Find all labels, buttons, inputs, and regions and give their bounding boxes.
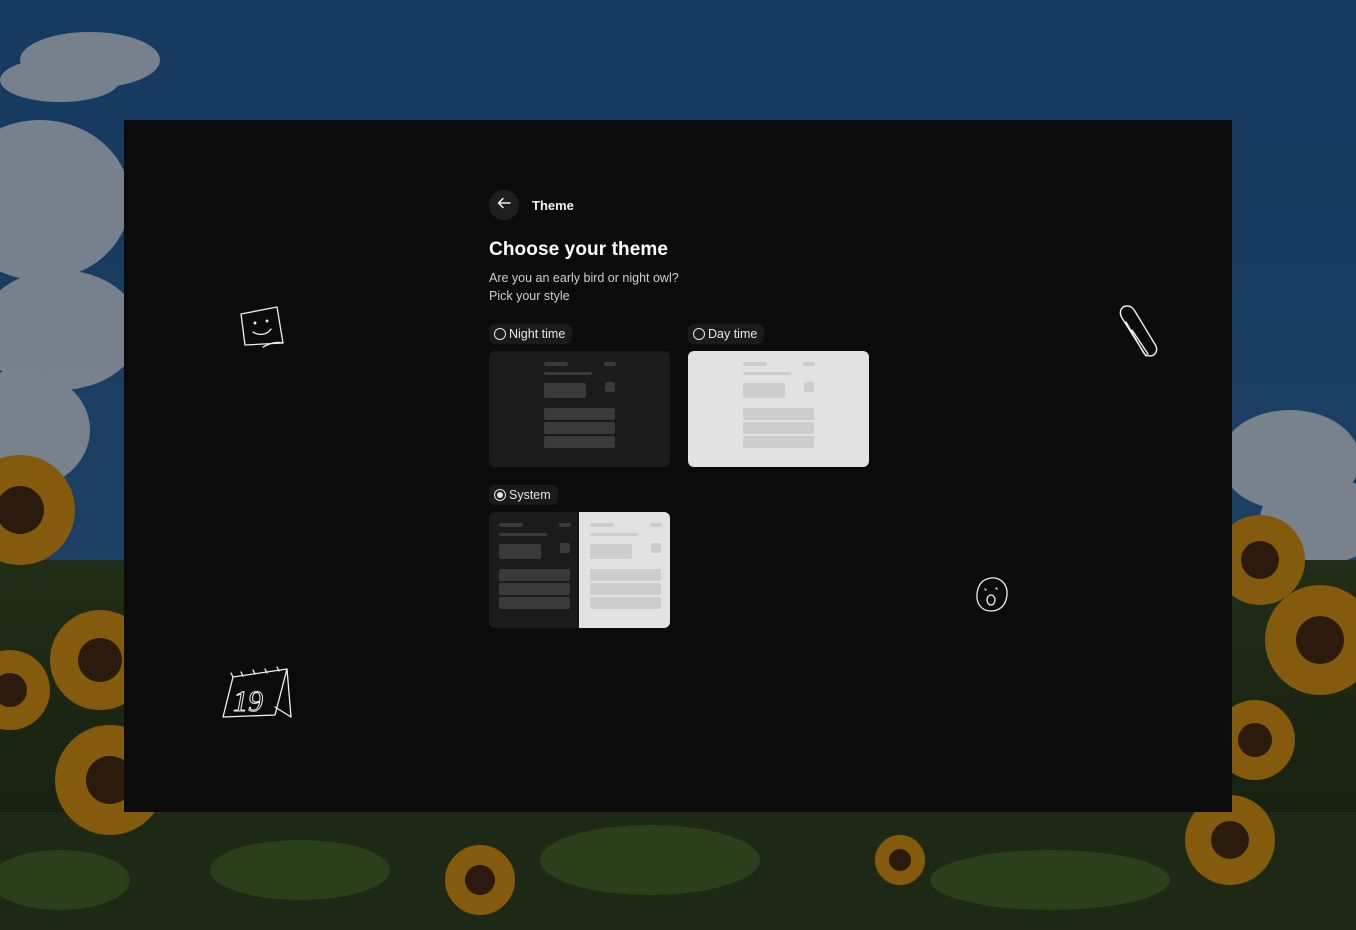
subtitle-line-1: Are you an early bird or night owl? [489,271,679,285]
subtitle: Are you an early bird or night owl? Pick… [489,269,889,305]
paperclip-icon [1114,304,1160,362]
theme-option-system: System [489,485,670,628]
calendar-day: 19 [233,685,263,718]
sticky-note-smile-icon [239,305,285,349]
theme-option-day: Day time [688,324,869,467]
theme-settings-window: 19 Theme Choose your theme Are you an ea… [124,120,1232,812]
heading: Choose your theme [489,239,669,260]
arrow-left-icon [497,196,511,214]
system-preview[interactable] [489,512,670,628]
day-preview[interactable] [688,351,869,467]
calendar-19-icon: 19 [221,665,293,721]
theme-options: Night time Day time System [489,324,889,630]
theme-panel: Theme Choose your theme Are you an early… [489,190,889,630]
system-radio-label[interactable]: System [489,485,558,505]
night-label: Night time [509,327,566,341]
page-title: Theme [532,197,574,213]
topbar: Theme [489,190,889,220]
night-radio[interactable] [494,328,506,340]
day-radio[interactable] [693,328,705,340]
system-label: System [509,488,551,502]
system-radio[interactable] [494,489,506,501]
night-preview[interactable] [489,351,670,467]
night-radio-label[interactable]: Night time [489,324,573,344]
back-button[interactable] [489,190,519,220]
subtitle-line-2: Pick your style [489,289,570,303]
theme-option-night: Night time [489,324,670,467]
surprised-face-icon [974,575,1010,615]
day-label: Day time [708,327,758,341]
day-radio-label[interactable]: Day time [688,324,765,344]
